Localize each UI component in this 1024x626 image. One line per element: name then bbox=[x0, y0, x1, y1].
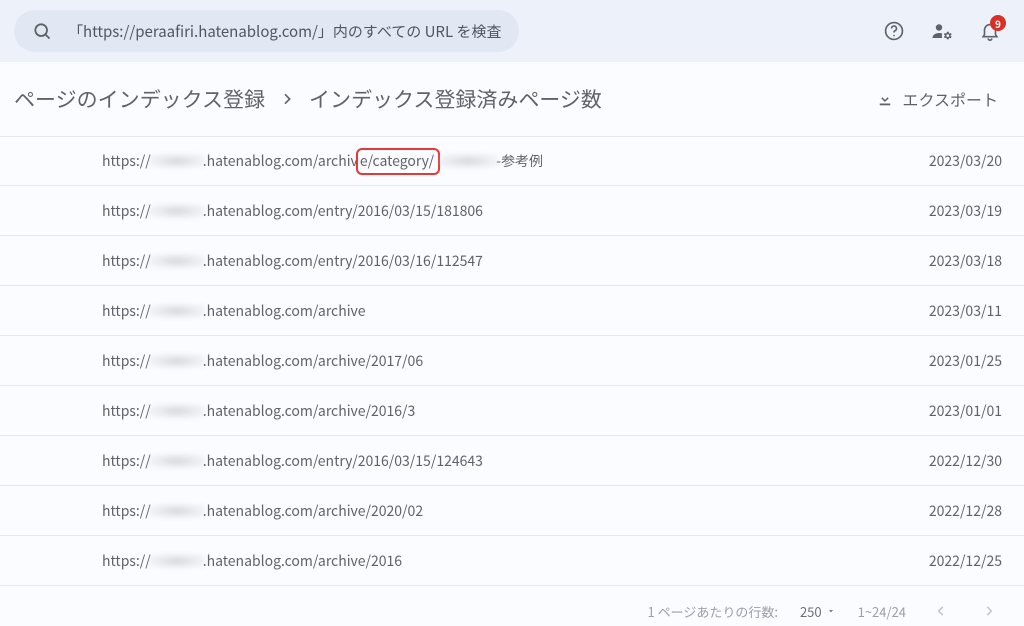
table-row[interactable]: https://.hatenablog.com/archive/category… bbox=[0, 136, 1024, 186]
download-icon bbox=[876, 90, 894, 108]
page-header: ページのインデックス登録 インデックス登録済みページ数 エクスポート bbox=[0, 62, 1024, 136]
redacted-text bbox=[149, 404, 205, 418]
url-cell: https://.hatenablog.com/archive/2016 bbox=[102, 551, 892, 571]
date-cell: 2023/03/11 bbox=[892, 301, 1002, 321]
url-cell: https://.hatenablog.com/archive/2020/02 bbox=[102, 501, 892, 521]
date-cell: 2023/03/19 bbox=[892, 201, 1002, 221]
export-button[interactable]: エクスポート bbox=[876, 87, 998, 111]
search-input[interactable]: 「https://peraafiri.hatenablog.com/」内のすべて… bbox=[14, 10, 519, 52]
top-bar: 「https://peraafiri.hatenablog.com/」内のすべて… bbox=[0, 0, 1024, 62]
help-button[interactable] bbox=[874, 11, 914, 51]
breadcrumb-current: インデックス登録済みページ数 bbox=[309, 84, 602, 114]
redacted-text bbox=[438, 154, 498, 168]
date-cell: 2022/12/25 bbox=[892, 551, 1002, 571]
help-icon bbox=[883, 20, 905, 42]
url-cell: https://.hatenablog.com/archive/2016/3 bbox=[102, 401, 892, 421]
redacted-text bbox=[149, 504, 205, 518]
table-row[interactable]: https://.hatenablog.com/archive/2016/3 2… bbox=[0, 386, 1024, 436]
export-label: エクスポート bbox=[902, 87, 998, 111]
redacted-text bbox=[149, 454, 205, 468]
table-row[interactable]: https://.hatenablog.com/entry/2016/03/16… bbox=[0, 236, 1024, 286]
notification-badge: 9 bbox=[990, 15, 1006, 31]
chevron-right-icon bbox=[982, 604, 996, 618]
redacted-text bbox=[149, 154, 205, 168]
url-cell: https://.hatenablog.com/entry/2016/03/15… bbox=[102, 451, 892, 471]
rows-per-page-label: 1 ページあたりの行数: bbox=[647, 602, 777, 621]
redacted-text bbox=[149, 354, 205, 368]
pagination: 1 ページあたりの行数: 250 1~24/24 bbox=[0, 586, 1024, 624]
search-icon bbox=[32, 21, 52, 41]
url-cell: https://.hatenablog.com/entry/2016/03/15… bbox=[102, 201, 892, 221]
date-cell: 2022/12/28 bbox=[892, 501, 1002, 521]
table-row[interactable]: https://.hatenablog.com/archive/2017/06 … bbox=[0, 336, 1024, 386]
redacted-text bbox=[149, 304, 205, 318]
table-row[interactable]: https://.hatenablog.com/archive/2016 202… bbox=[0, 536, 1024, 586]
date-cell: 2023/03/20 bbox=[892, 151, 1002, 171]
chevron-left-icon bbox=[934, 604, 948, 618]
breadcrumb-parent[interactable]: ページのインデックス登録 bbox=[14, 84, 265, 114]
redacted-text bbox=[149, 554, 205, 568]
users-gear-icon bbox=[930, 19, 954, 43]
page-size-select[interactable]: 250 bbox=[800, 602, 836, 621]
breadcrumb: ページのインデックス登録 インデックス登録済みページ数 bbox=[14, 84, 602, 114]
url-table: https://.hatenablog.com/archive/category… bbox=[0, 136, 1024, 586]
url-cell: https://.hatenablog.com/archive/category… bbox=[102, 148, 892, 175]
dropdown-icon bbox=[826, 606, 836, 616]
category-highlight: e/category/ bbox=[356, 148, 440, 175]
table-row[interactable]: https://.hatenablog.com/archive 2023/03/… bbox=[0, 286, 1024, 336]
date-cell: 2022/12/30 bbox=[892, 451, 1002, 471]
date-cell: 2023/03/18 bbox=[892, 251, 1002, 271]
search-placeholder: 「https://peraafiri.hatenablog.com/」内のすべて… bbox=[68, 21, 501, 42]
redacted-text bbox=[149, 204, 205, 218]
table-row[interactable]: https://.hatenablog.com/entry/2016/03/15… bbox=[0, 436, 1024, 486]
redacted-text bbox=[149, 254, 205, 268]
url-cell: https://.hatenablog.com/archive bbox=[102, 301, 892, 321]
url-cell: https://.hatenablog.com/archive/2017/06 bbox=[102, 351, 892, 371]
next-page-button[interactable] bbox=[976, 598, 1002, 624]
table-row[interactable]: https://.hatenablog.com/archive/2020/02 … bbox=[0, 486, 1024, 536]
notifications-button[interactable]: 9 bbox=[970, 11, 1010, 51]
chevron-right-icon bbox=[279, 91, 295, 107]
url-cell: https://.hatenablog.com/entry/2016/03/16… bbox=[102, 251, 892, 271]
users-settings-button[interactable] bbox=[922, 11, 962, 51]
page-range: 1~24/24 bbox=[858, 602, 906, 621]
date-cell: 2023/01/01 bbox=[892, 401, 1002, 421]
date-cell: 2023/01/25 bbox=[892, 351, 1002, 371]
prev-page-button[interactable] bbox=[928, 598, 954, 624]
table-row[interactable]: https://.hatenablog.com/entry/2016/03/15… bbox=[0, 186, 1024, 236]
